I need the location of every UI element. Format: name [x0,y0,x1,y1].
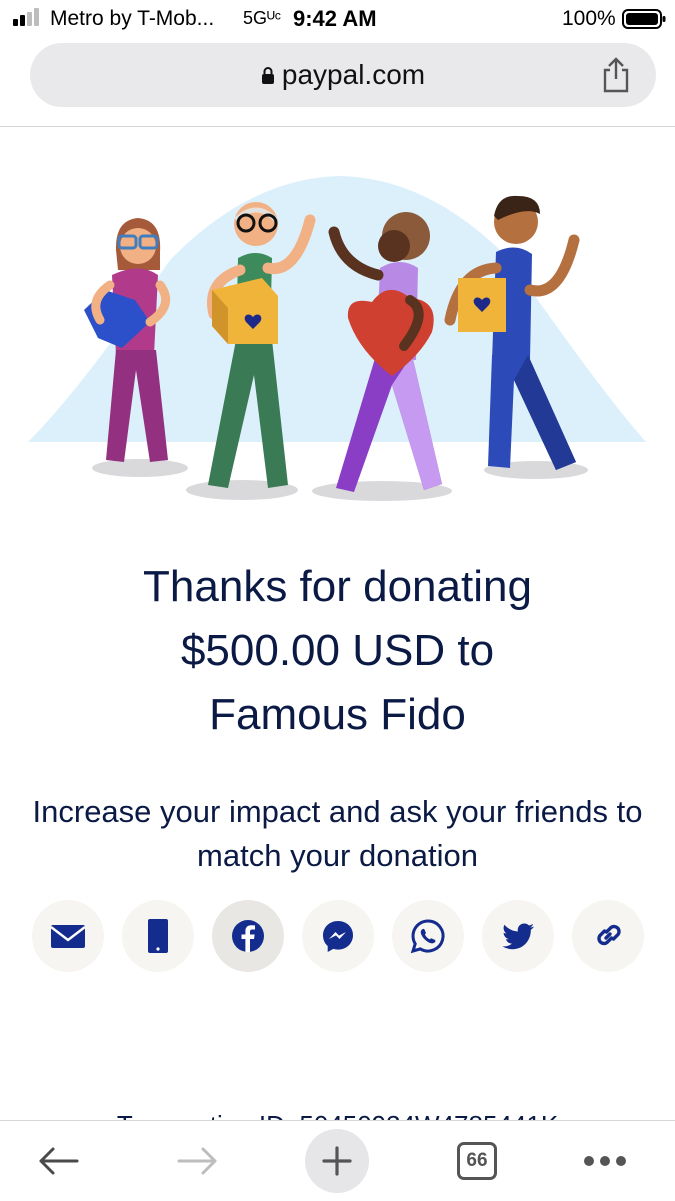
link-icon [597,924,621,946]
share-twitter-button[interactable] [482,900,554,972]
signal-icon [13,8,39,26]
donors-illustration [28,176,646,501]
status-bar: Metro by T-Mob... 5Gᵁᶜ 9:42 AM 100% [0,0,675,38]
messenger-icon [323,921,353,952]
back-arrow-icon [39,1147,79,1175]
thank-you-heading: Thanks for donating $500.00 USD to Famou… [40,555,635,747]
forward-button[interactable] [170,1131,226,1191]
forward-arrow-icon [177,1147,217,1175]
whatsapp-icon [410,919,445,954]
share-prompt-line-2: match your donation [197,838,478,873]
new-tab-button[interactable] [305,1129,369,1193]
address-bar-divider [0,126,675,127]
share-icon[interactable] [600,57,632,93]
transaction-id: Transaction ID: 50450934W4785441K [0,1102,675,1122]
phone-icon [148,919,168,953]
url-text: paypal.com [281,59,426,90]
more-dots-icon [584,1156,626,1166]
battery-icon [622,9,666,29]
thanks-line-3: Famous Fido [209,690,466,739]
tab-count: 66 [466,1150,488,1171]
share-email-button[interactable] [32,900,104,972]
tabs-icon: 66 [457,1142,497,1180]
back-button[interactable] [30,1131,86,1191]
share-buttons [32,900,652,972]
share-prompt: Increase your impact and ask your friend… [0,790,675,878]
tabs-button[interactable]: 66 [454,1131,500,1191]
thanks-line-2: $500.00 USD to [180,626,495,675]
share-sms-button[interactable] [122,900,194,972]
facebook-icon [232,920,264,952]
more-menu-button[interactable] [580,1131,630,1191]
mail-icon [50,925,86,948]
address-bar[interactable]: paypal.com [30,43,656,107]
carrier-name: Metro by T-Mob... [50,7,215,30]
clock: 9:42 AM [293,6,377,31]
plus-icon [322,1146,352,1176]
browser-toolbar: 66 [0,1120,675,1201]
share-facebook-button[interactable] [212,900,284,972]
network-type: 5Gᵁᶜ [243,8,282,28]
lock-icon [261,67,274,84]
battery-percent: 100% [562,7,616,30]
thanks-line-1: Thanks for donating [143,562,532,611]
share-whatsapp-button[interactable] [392,900,464,972]
share-copy-link-button[interactable] [572,900,644,972]
twitter-icon [502,923,534,950]
share-prompt-line-1: Increase your impact and ask your friend… [32,794,643,829]
share-messenger-button[interactable] [302,900,374,972]
